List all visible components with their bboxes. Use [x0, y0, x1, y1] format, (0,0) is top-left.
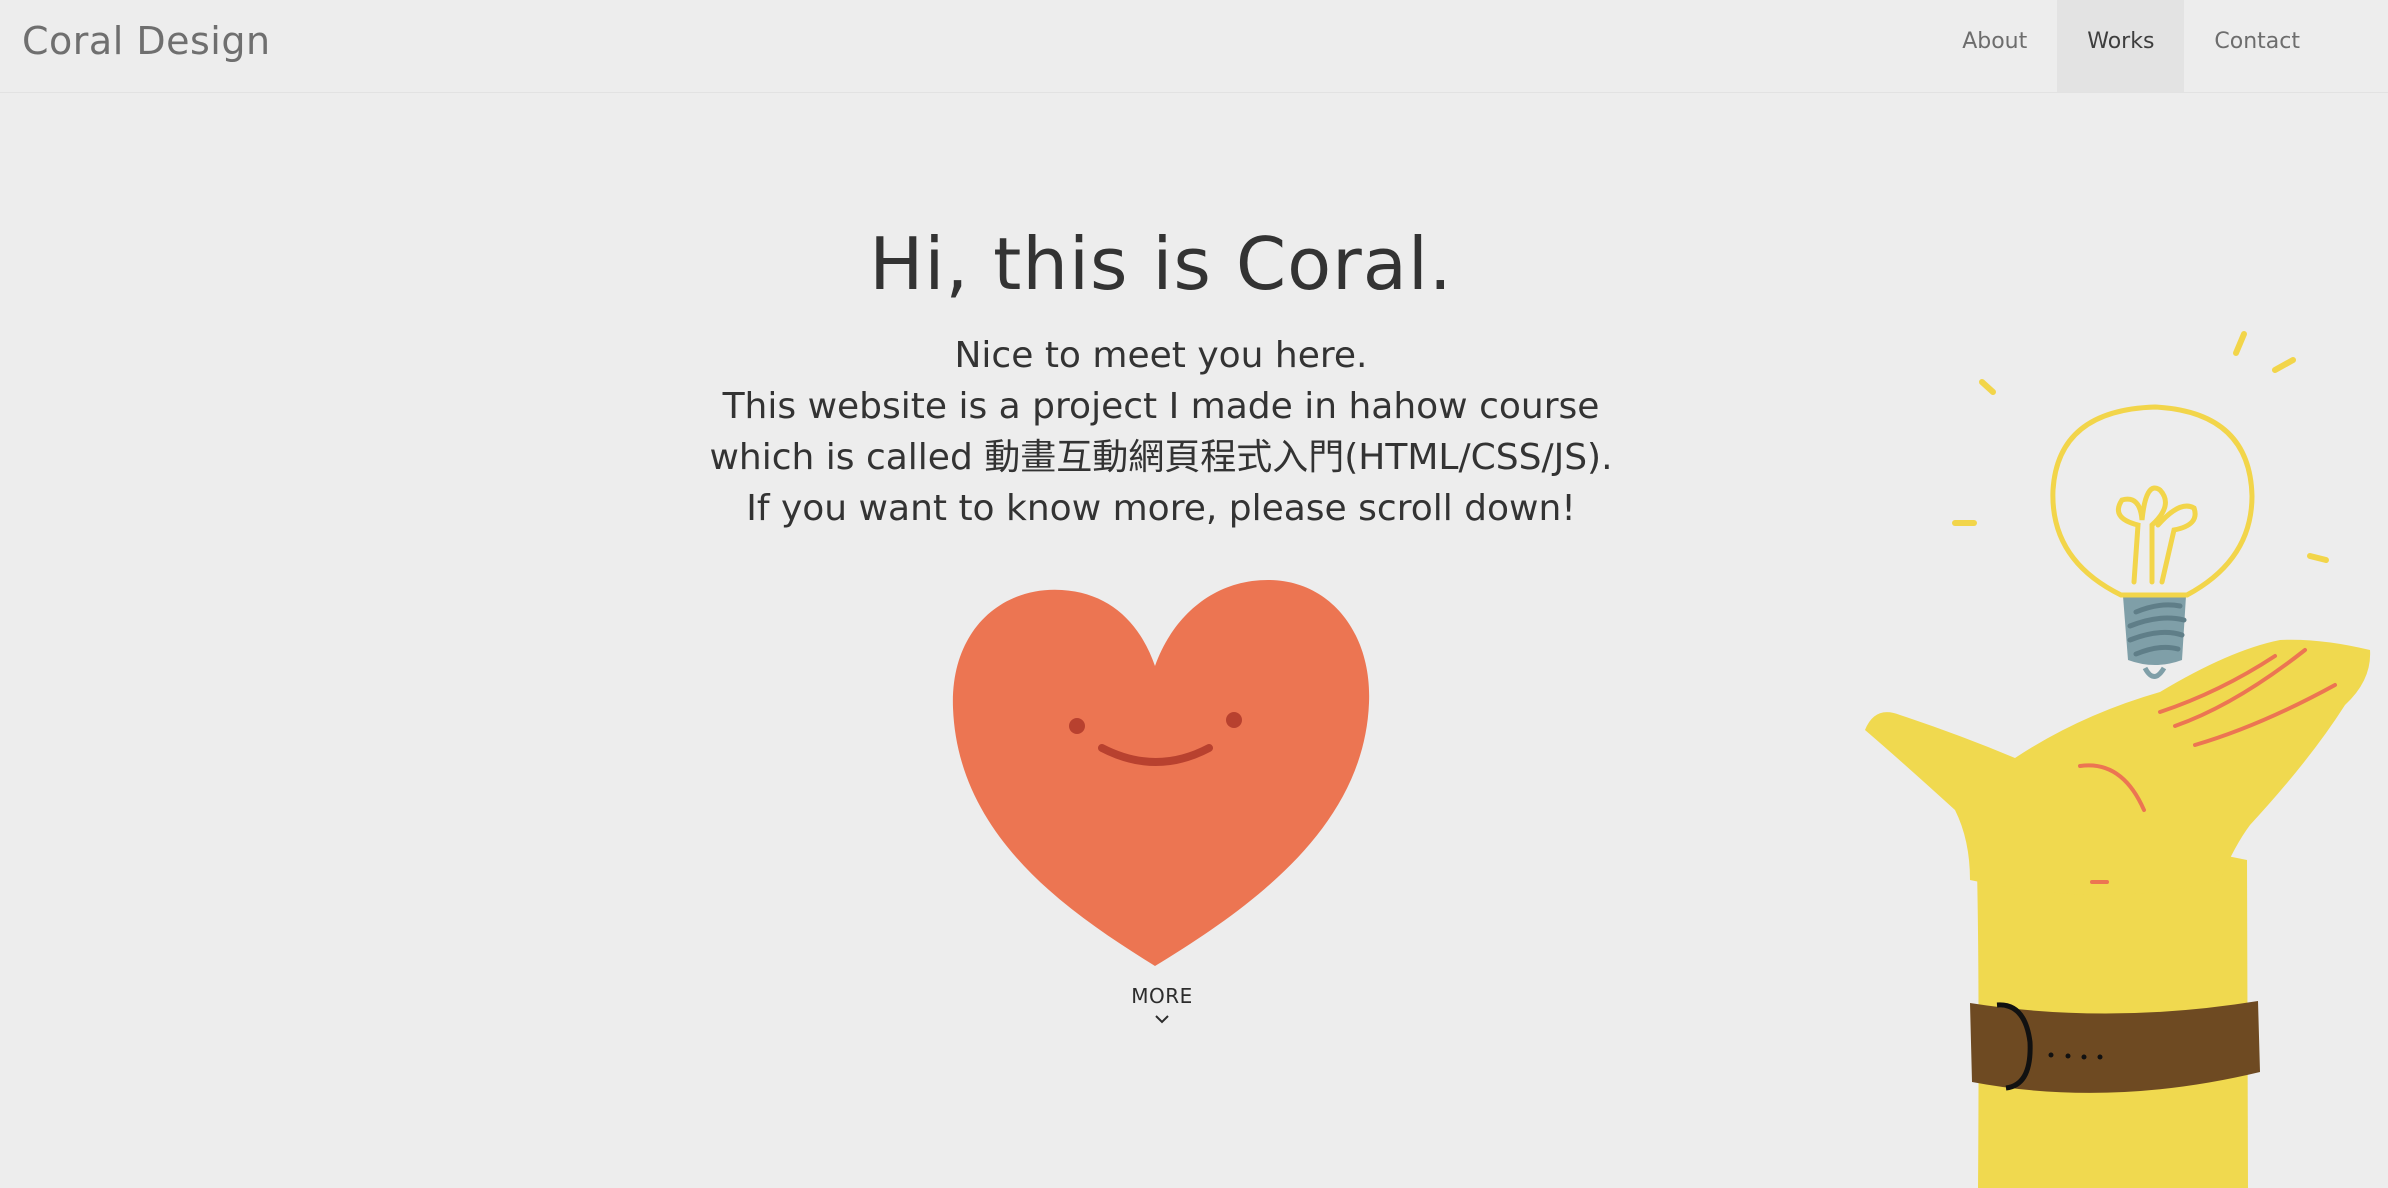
nav-link-about[interactable]: About — [1932, 0, 2057, 92]
brand-logo-link[interactable]: Coral Design — [22, 19, 271, 63]
sparkle-lines — [1952, 331, 2329, 563]
hand-lightbulb-illustration — [1865, 331, 2371, 1188]
bulb-base-tip — [2142, 666, 2167, 679]
nav-link-works[interactable]: Works — [2057, 0, 2185, 92]
hero-title: Hi, this is Coral. — [869, 222, 1453, 306]
chevron-down-icon — [1155, 1015, 1169, 1024]
hand — [1865, 639, 2371, 895]
more-scroll-button[interactable]: MORE — [1100, 984, 1224, 1026]
bulb-filament — [2116, 485, 2198, 585]
watch-band — [1970, 1001, 2260, 1093]
page: Coral Design About Works Contact Hi, thi… — [0, 0, 2388, 1188]
more-label: MORE — [1131, 984, 1193, 1008]
main-nav: About Works Contact — [1932, 0, 2330, 92]
smiling-heart-illustration — [952, 580, 1370, 966]
nav-link-contact[interactable]: Contact — [2184, 0, 2330, 92]
top-navbar: Coral Design About Works Contact — [0, 0, 2388, 93]
heart-right-eye — [1226, 712, 1242, 728]
heart-shape — [952, 580, 1370, 966]
heart-left-eye — [1069, 718, 1085, 734]
